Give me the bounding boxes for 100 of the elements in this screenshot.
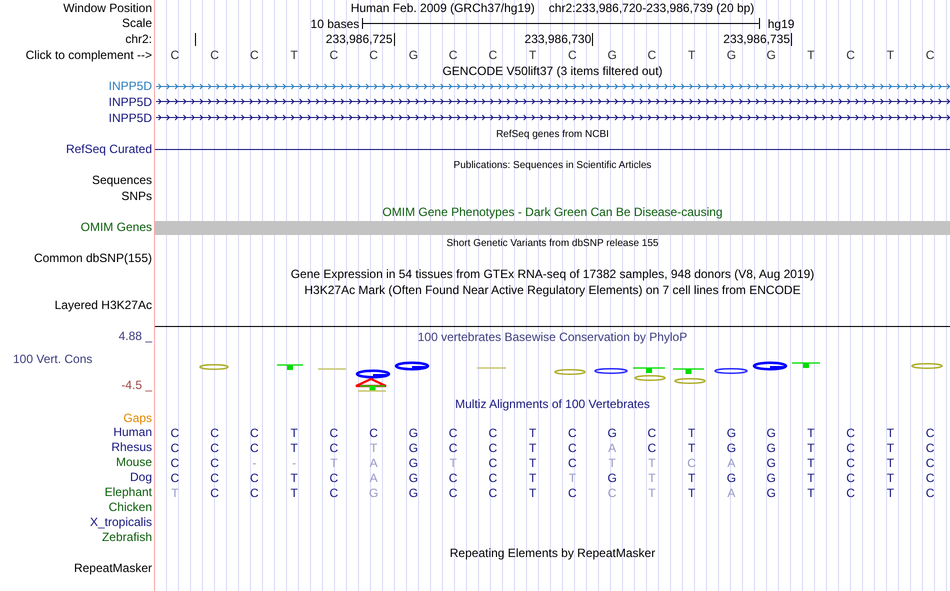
alignment-base: G <box>726 470 736 484</box>
alignment-base: - <box>252 456 256 470</box>
track-title: Short Genetic Variants from dbSNP release 155 <box>446 238 658 248</box>
sequence-base[interactable]: G <box>766 48 776 62</box>
alignment-base: C <box>330 440 338 454</box>
coordinate-label: 233,986,725 <box>326 32 392 47</box>
sequence-base[interactable]: C <box>210 48 219 62</box>
alignment-base: C <box>250 470 259 484</box>
alignment-base: C <box>926 456 934 470</box>
alignment-base: T <box>807 486 815 500</box>
track-label[interactable]: RefSeq Curated <box>66 142 152 157</box>
alignment-base: G <box>766 426 776 440</box>
sequence-base[interactable]: C <box>648 48 656 62</box>
alignment-base: T <box>171 486 179 500</box>
track-label[interactable]: Common dbSNP(155) <box>34 251 152 266</box>
track-label[interactable]: Layered H3K27Ac <box>54 298 152 312</box>
gene-label[interactable]: INPP5D <box>108 110 152 126</box>
sequence-base[interactable]: C <box>926 48 934 62</box>
species-label[interactable]: X_tropicalis <box>90 515 152 530</box>
alignment-base: T <box>528 440 536 454</box>
sequence-base[interactable]: C <box>330 48 338 62</box>
track-title: RefSeq genes from NCBI <box>496 128 609 140</box>
alignment-base: C <box>608 486 616 500</box>
alignment-base: C <box>448 440 458 454</box>
sequence-base[interactable]: T <box>807 48 815 62</box>
position-range: chr2:233,986,720-233,986,739 (20 bp) <box>548 1 754 15</box>
track-title: 100 vertebrates Basewise Conservation by PhyloP <box>418 330 688 344</box>
gene-label[interactable]: INPP5D <box>108 94 152 110</box>
alignment-base: T <box>688 486 696 500</box>
track-title: GENCODE V50lift37 (3 items filtered out) <box>442 64 663 78</box>
alignment-base: T <box>886 486 894 500</box>
sequence-base[interactable]: C <box>250 48 259 62</box>
species-label[interactable]: Zebrafish <box>102 530 152 545</box>
alignment-base: C <box>170 470 180 484</box>
sequence-base[interactable]: T <box>290 48 298 62</box>
species-label[interactable]: Elephant <box>104 485 152 500</box>
row-label[interactable]: Click to complement --> <box>26 47 152 63</box>
alignment-base: T <box>608 456 616 470</box>
sequence-base[interactable]: T <box>886 48 894 62</box>
track-label[interactable]: Sequences <box>92 173 152 188</box>
alignment-base: C <box>170 440 180 454</box>
alignment-base: C <box>846 470 855 484</box>
alignment-base: C <box>846 456 855 470</box>
track-label[interactable]: SNPs <box>121 188 152 204</box>
gene-model[interactable] <box>156 114 950 120</box>
alignment-base: T <box>648 486 656 500</box>
alignment-base: T <box>290 440 298 454</box>
alignment-base: C <box>488 470 498 484</box>
species-label[interactable]: Mouse <box>116 455 152 470</box>
alignment-base: C <box>210 426 219 440</box>
alignment-base: C <box>488 456 498 470</box>
alignment-base: C <box>210 440 219 454</box>
alignment-base: G <box>726 440 736 454</box>
sequence-base[interactable]: G <box>408 48 418 62</box>
scale-size: 10 bases <box>310 16 360 30</box>
alignment-base: G <box>408 440 418 454</box>
alignment-base: C <box>926 486 934 500</box>
axis-min-label: -4.5 _ <box>120 378 152 392</box>
alignment-base: T <box>886 456 894 470</box>
sequence-base[interactable]: G <box>607 48 617 62</box>
track-title: Gene Expression in 54 tissues from GTEx RNA-seq of 17382 samples, 948 donors (V8, Aug 2019) <box>290 267 814 281</box>
sequence-base[interactable]: C <box>846 48 855 62</box>
track-label[interactable]: OMIM Genes <box>80 220 152 235</box>
sequence-base[interactable]: G <box>726 48 736 62</box>
gene-model[interactable] <box>156 98 950 104</box>
sequence-base[interactable]: C <box>170 48 180 62</box>
species-label[interactable]: Human <box>113 425 152 440</box>
species-label[interactable]: Chicken <box>108 500 152 515</box>
assembly-name: Human Feb. 2009 (GRCh37/hg19) <box>350 1 535 15</box>
alignment-base: G <box>607 426 617 440</box>
alignment-base: T <box>290 486 298 500</box>
track-label[interactable]: 100 Vert. Cons <box>0 352 92 366</box>
alignment-base: A <box>727 486 736 500</box>
alignment-base: T <box>528 456 536 470</box>
alignment-base: G <box>368 486 378 500</box>
alignment-base: G <box>408 456 418 470</box>
sequence-base[interactable]: T <box>688 48 696 62</box>
sequence-base[interactable]: C <box>568 48 577 62</box>
alignment-base: C <box>210 456 219 470</box>
species-label[interactable]: Dog <box>130 470 152 485</box>
alignment-base: C <box>568 440 577 454</box>
alignment-base: C <box>568 456 577 470</box>
alignment-base: C <box>926 426 934 440</box>
alignment-base: C <box>210 486 219 500</box>
track-title: H3K27Ac Mark (Often Found Near Active Regulatory Elements) on 7 cell lines from ENCODE <box>304 283 801 297</box>
sequence-base[interactable]: T <box>528 48 536 62</box>
alignment-base: G <box>766 486 776 500</box>
alignment-base: C <box>846 440 855 454</box>
sequence-base[interactable]: C <box>369 48 378 62</box>
alignment-base: T <box>290 426 298 440</box>
row-label: chr2: <box>125 31 152 47</box>
alignment-base: C <box>488 426 498 440</box>
track-title: Publications: Sequences in Scientific Articles <box>454 160 652 170</box>
alignment-base: T <box>688 440 696 454</box>
track-label[interactable]: RepeatMasker <box>74 561 152 576</box>
sequence-base[interactable]: C <box>488 48 498 62</box>
species-label[interactable]: Rhesus <box>111 440 152 455</box>
ruler-tick <box>791 33 792 46</box>
gene-label[interactable]: INPP5D <box>108 79 152 94</box>
sequence-base[interactable]: C <box>448 48 458 62</box>
